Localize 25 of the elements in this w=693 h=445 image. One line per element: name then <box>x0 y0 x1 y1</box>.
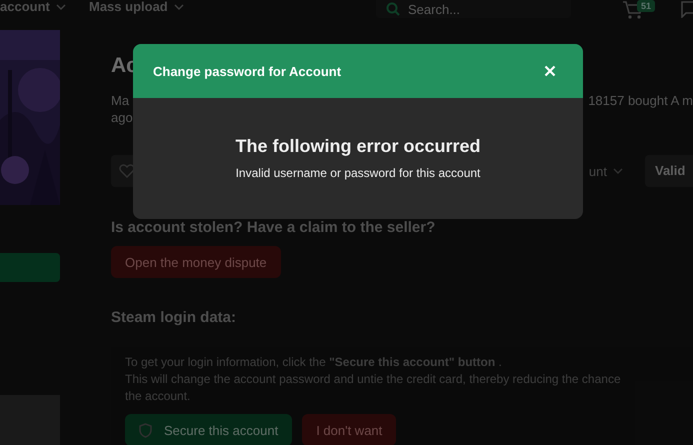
secure-button[interactable]: Secure this account <box>125 414 292 445</box>
dialog-title: Change password for Account <box>153 64 342 78</box>
chat-icon[interactable] <box>680 0 693 18</box>
chevron-icon <box>56 4 66 10</box>
close-icon[interactable] <box>544 65 556 77</box>
chevron-icon <box>174 4 184 10</box>
description-text: ago <box>111 109 134 126</box>
error-heading: The following error occurred <box>235 135 481 158</box>
status-badge: Valid <box>645 155 693 187</box>
search-field[interactable]: Search... <box>408 2 558 16</box>
error-message: Invalid username or password for this account <box>236 166 480 180</box>
search-icon <box>386 2 400 16</box>
section-heading: Steam login data: <box>111 308 236 328</box>
dispute-button[interactable]: Open the money dispute <box>111 246 281 278</box>
decline-button[interactable]: I don't want <box>302 414 396 445</box>
description-text: Ma <box>111 92 130 109</box>
chevron-icon <box>613 168 623 174</box>
description-text: 18157 bought A m <box>588 92 693 109</box>
nav-menu[interactable]: Mass upload <box>89 0 184 14</box>
dropdown-button[interactable]: unt <box>588 164 623 178</box>
section-heading: Is account stolen? Have a claim to the seller? <box>111 218 436 238</box>
nav-menu[interactable]: account <box>0 0 66 14</box>
heart-icon <box>119 164 135 178</box>
shield-icon <box>139 422 152 438</box>
cart-badge: 51 <box>637 0 656 12</box>
